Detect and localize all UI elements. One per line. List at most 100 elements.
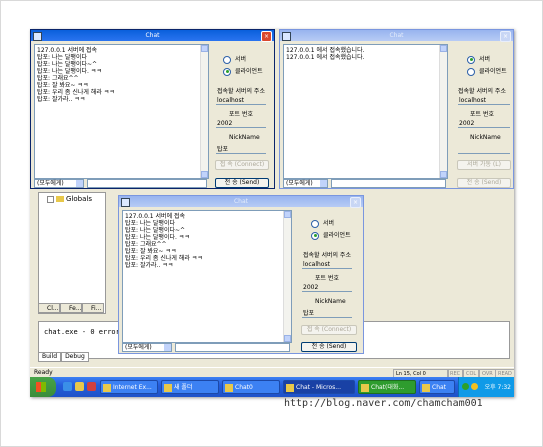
radio-icon [311, 231, 319, 240]
send-button[interactable]: 전 송 (Send) [457, 178, 511, 188]
chat-line: 탑포: 잘가라.. ㅋㅋ [37, 96, 86, 103]
send-button[interactable]: 전 송 (Send) [215, 178, 269, 188]
radio-client[interactable]: 클라이언트 [467, 66, 507, 76]
nickname-field[interactable]: 탑포 [216, 145, 266, 154]
chevron-down-icon[interactable] [164, 344, 171, 351]
windows-logo-icon [36, 382, 46, 392]
chat-line: 탑포: 잘 봐요~ ㅋㅋ [125, 248, 177, 255]
radio-server[interactable]: 서버 [467, 54, 490, 64]
network-icon[interactable] [462, 383, 469, 390]
scroll-up-icon[interactable] [201, 45, 208, 52]
titlebar[interactable]: Chat × [280, 30, 513, 42]
expand-icon[interactable] [47, 195, 54, 203]
tree-item-globals[interactable]: Globals [47, 195, 92, 203]
connect-button[interactable]: 접 속 (Connect) [215, 160, 269, 170]
window-title: Chat [389, 32, 404, 39]
chevron-down-icon[interactable] [76, 180, 83, 187]
ie-quicklaunch-icon[interactable] [63, 382, 72, 391]
taskbar-item-chat-dialog[interactable]: Chat(대화... [358, 380, 416, 394]
recipient-select[interactable]: (모두에게) [34, 179, 84, 188]
address-label: 접속할 서버의 주소 [303, 252, 351, 259]
radio-client[interactable]: 클라이언트 [223, 66, 263, 76]
taskbar: Internet Ex... 새 폴더 Chat0 Chat - Micros.… [30, 377, 514, 397]
chat-line: 탑포: 우리 좀 신나게 해라 ㅋㅋ [125, 255, 203, 262]
port-field[interactable]: 2002 [216, 119, 266, 128]
address-field[interactable]: localhost [458, 96, 510, 105]
port-field[interactable]: 2002 [302, 283, 352, 292]
nickname-label: NickName [315, 298, 346, 305]
nickname-field[interactable]: 탑포 [302, 309, 352, 318]
send-button[interactable]: 전 송 (Send) [301, 342, 357, 352]
chat-log[interactable]: 127.0.0.1 서버에 접속 탑포: 나는 달팽이다 탑포: 나는 달팽이다~^… [34, 44, 209, 179]
scroll-down-icon[interactable] [440, 171, 447, 178]
clock[interactable]: 오후 7:32 [485, 382, 511, 391]
scroll-up-icon[interactable] [440, 45, 447, 52]
volume-icon[interactable] [471, 383, 478, 390]
chat-line: 탑포: 나는 달팽이다. ㅋㅋ [37, 68, 102, 75]
scroll-down-icon[interactable] [284, 335, 291, 342]
chat-line: 탑포: 우리 좀 신나게 해라 ㅋㅋ [37, 89, 115, 96]
recipient-select[interactable]: (모두에게) [283, 179, 328, 188]
radio-label: 클라이언트 [479, 68, 507, 75]
tab-fileview[interactable]: Fi... [82, 303, 104, 313]
close-icon[interactable]: × [500, 31, 511, 42]
tab-build[interactable]: Build [38, 352, 62, 362]
desktop-screenshot: Globals Cl... Fe... Fi... chat.exe - 0 e… [30, 29, 514, 397]
close-icon[interactable]: × [261, 31, 272, 42]
taskbar-item-visual-studio[interactable]: Chat - Micros... [283, 380, 355, 394]
media-quicklaunch-icon[interactable] [87, 382, 96, 391]
chat-line: 127.0.0.1 에서 접속했습니다. [286, 47, 365, 54]
scrollbar[interactable] [439, 45, 447, 178]
taskbar-item-chat0[interactable]: Chat0 [222, 380, 280, 394]
titlebar[interactable]: Chat × [119, 196, 363, 208]
message-input[interactable] [331, 179, 446, 188]
tab-resourceview[interactable]: Fe... [60, 303, 82, 313]
chat-line: 탑포: 나는 달팽이다 [37, 54, 87, 61]
scroll-down-icon[interactable] [201, 171, 208, 178]
folder-quicklaunch-icon[interactable] [75, 382, 84, 391]
window-icon [282, 32, 291, 41]
chat-log[interactable]: 127.0.0.1 에서 접속했습니다. 127.0.0.1 에서 접속했습니다. [283, 44, 448, 179]
tree-item-label: Globals [66, 195, 92, 203]
window-title: Chat [145, 32, 160, 39]
radio-label: 클라이언트 [323, 232, 351, 239]
tab-debug[interactable]: Debug [61, 352, 89, 362]
recipient-value: (모두에게) [125, 344, 152, 351]
nickname-label: NickName [470, 134, 501, 141]
recipient-select[interactable]: (모두에게) [122, 343, 172, 352]
close-icon[interactable]: × [350, 197, 361, 208]
taskbar-item-new-folder[interactable]: 새 폴더 [161, 380, 219, 394]
taskbar-item-internet-explorer[interactable]: Internet Ex... [100, 380, 158, 394]
address-field[interactable]: localhost [302, 260, 352, 269]
scroll-up-icon[interactable] [284, 211, 291, 218]
radio-label: 서버 [235, 56, 247, 63]
chat-log-text: 127.0.0.1 서버에 접속 탑포: 나는 달팽이다 탑포: 나는 달팽이다~^… [37, 47, 115, 103]
radio-server[interactable]: 서버 [311, 218, 334, 228]
address-field[interactable]: localhost [216, 96, 266, 105]
start-button[interactable] [30, 377, 56, 397]
scrollbar[interactable] [283, 211, 291, 342]
port-label: 포트 번호 [229, 111, 253, 118]
radio-icon [311, 219, 319, 228]
address-label: 접속할 서버의 주소 [217, 88, 265, 95]
chat-line: 탑포: 그래요^^ [37, 75, 79, 82]
taskbar-item-label: Chat [432, 384, 447, 391]
message-input[interactable] [87, 179, 207, 188]
connect-button[interactable]: 접 속 (Connect) [301, 325, 357, 335]
message-input[interactable] [175, 343, 290, 352]
chevron-down-icon[interactable] [320, 180, 327, 187]
scrollbar[interactable] [200, 45, 208, 178]
titlebar[interactable]: Chat × [31, 30, 274, 42]
radio-label: 클라이언트 [235, 68, 263, 75]
radio-server[interactable]: 서버 [223, 54, 246, 64]
chat-log-text: 127.0.0.1 서버에 접속 탑포: 나는 달팽이다 탑포: 나는 달팽이다~^… [125, 213, 203, 269]
chat-line: 탑포: 나는 달팽이다~^ [37, 61, 98, 68]
port-field[interactable]: 2002 [458, 119, 510, 128]
radio-client[interactable]: 클라이언트 [311, 230, 351, 240]
nickname-field[interactable] [458, 145, 510, 154]
chat-log[interactable]: 127.0.0.1 서버에 접속 탑포: 나는 달팽이다 탑포: 나는 달팽이다~^… [122, 210, 292, 343]
taskbar-item-chat[interactable]: Chat [419, 380, 455, 394]
chat-line: 127.0.0.1 서버에 접속 [37, 47, 98, 54]
start-server-button[interactable]: 서버 가동 (L) [457, 160, 511, 170]
tab-classview[interactable]: Cl... [38, 303, 60, 313]
